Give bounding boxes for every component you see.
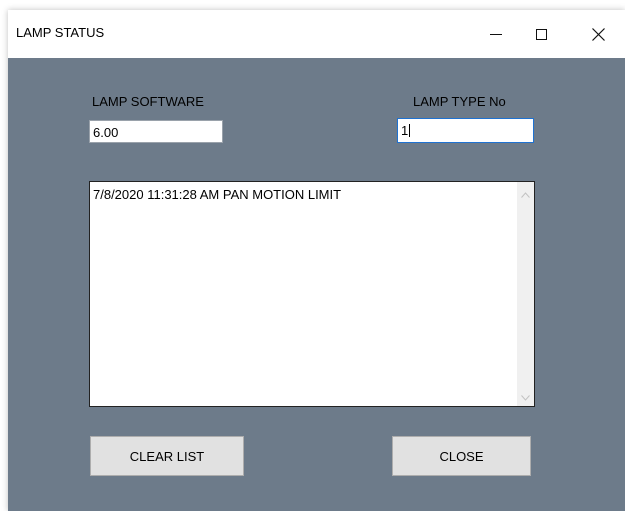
minimize-button[interactable] — [472, 10, 520, 58]
window-title: LAMP STATUS — [16, 25, 105, 40]
close-window-button[interactable] — [574, 10, 622, 58]
lamp-status-window: LAMP STATUS LAMP SOFTWARE 6.00 LAMP TYPE… — [8, 10, 625, 511]
list-scrollbar[interactable] — [517, 182, 534, 406]
maximize-icon — [535, 28, 547, 40]
lamp-type-field[interactable]: 1 — [397, 118, 534, 143]
lamp-software-field[interactable]: 6.00 — [89, 120, 223, 143]
lamp-type-value: 1 — [401, 123, 409, 138]
list-item[interactable]: 7/8/2020 11:31:28 AM PAN MOTION LIMIT — [93, 187, 341, 202]
lamp-type-label: LAMP TYPE No — [413, 94, 506, 109]
minimize-icon — [490, 33, 502, 35]
clear-list-button[interactable]: CLEAR LIST — [90, 436, 244, 476]
maximize-button[interactable] — [517, 10, 565, 58]
title-bar[interactable]: LAMP STATUS — [8, 10, 625, 58]
chevron-up-icon — [521, 191, 530, 198]
lamp-software-label: LAMP SOFTWARE — [92, 94, 204, 109]
status-log-list[interactable]: 7/8/2020 11:31:28 AM PAN MOTION LIMIT — [89, 181, 535, 407]
clear-list-label: CLEAR LIST — [129, 448, 205, 464]
close-icon — [591, 27, 605, 41]
close-button[interactable]: CLOSE — [392, 436, 531, 476]
lamp-software-value: 6.00 — [93, 125, 119, 140]
text-cursor — [409, 124, 411, 137]
scroll-down-button[interactable] — [517, 389, 534, 406]
close-label: CLOSE — [439, 448, 484, 464]
chevron-down-icon — [521, 394, 530, 401]
scroll-up-button[interactable] — [517, 186, 534, 203]
